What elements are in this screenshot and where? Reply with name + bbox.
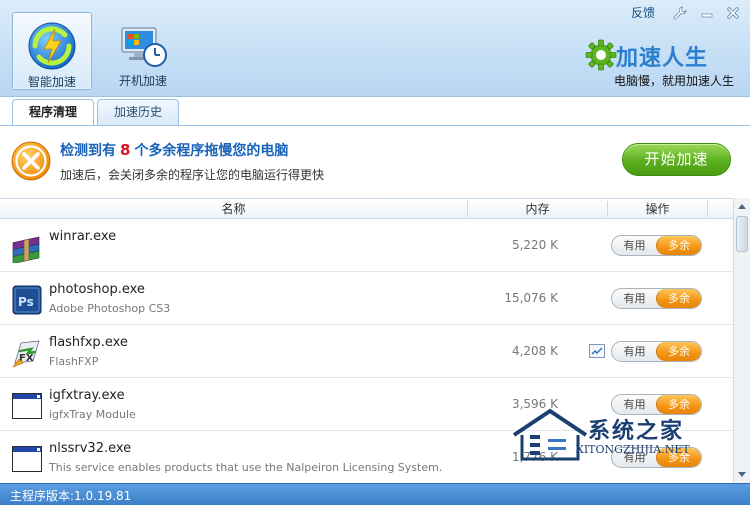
column-action[interactable]: 操作 bbox=[608, 199, 707, 219]
process-memory: 3,596 K bbox=[511, 397, 558, 411]
headline-suffix: 个多余程序拖慢您的电脑 bbox=[134, 143, 289, 159]
program-list: winrar.exe 5,220 K 有用 多余 Ps photoshop.ex… bbox=[0, 219, 733, 483]
svg-text:Ps: Ps bbox=[18, 295, 34, 309]
useful-redundant-toggle[interactable]: 有用 多余 bbox=[611, 288, 702, 309]
process-memory: 1,776 K bbox=[511, 450, 558, 464]
scroll-up-button[interactable] bbox=[734, 198, 750, 214]
toggle-redundant[interactable]: 多余 bbox=[656, 289, 701, 308]
tab-accelerate-history[interactable]: 加速历史 bbox=[97, 99, 179, 125]
scan-subline: 加速后，会关闭多余的程序让您的电脑运行得更快 bbox=[60, 168, 325, 182]
process-name: flashfxp.exe bbox=[49, 335, 128, 350]
winrar-icon bbox=[12, 236, 40, 263]
header-bar: 智能加速 开机加速 反馈 加速人生 电脑慢，就用加速人生 bbox=[0, 0, 750, 97]
tab-program-cleanup[interactable]: 程序清理 bbox=[12, 99, 94, 126]
table-row[interactable]: winrar.exe 5,220 K 有用 多余 bbox=[0, 219, 733, 272]
toggle-useful[interactable]: 有用 bbox=[612, 448, 657, 467]
status-bar: 主程序版本:1.0.19.81 bbox=[0, 483, 750, 505]
toggle-useful[interactable]: 有用 bbox=[612, 289, 657, 308]
photoshop-icon: Ps bbox=[12, 285, 42, 315]
redundant-count: 8 bbox=[120, 141, 131, 159]
toolbar-label: 开机加速 bbox=[118, 74, 167, 88]
boot-accelerate-icon bbox=[121, 27, 167, 67]
useful-redundant-toggle[interactable]: 有用 多余 bbox=[611, 341, 702, 362]
brand-slogan: 电脑慢，就用加速人生 bbox=[613, 74, 734, 88]
useful-redundant-toggle[interactable]: 有用 多余 bbox=[611, 235, 702, 256]
flashfxp-icon: FX bbox=[12, 340, 40, 368]
warning-x-icon bbox=[11, 141, 51, 181]
toolbar-boot-accelerate[interactable]: 开机加速 bbox=[103, 12, 183, 90]
process-name: winrar.exe bbox=[49, 229, 117, 244]
arrow-down-icon bbox=[738, 472, 746, 477]
minimize-button[interactable] bbox=[696, 3, 718, 23]
start-accelerate-button[interactable]: 开始加速 bbox=[622, 143, 731, 176]
column-memory[interactable]: 内存 bbox=[468, 199, 607, 219]
headline-prefix: 检测到有 bbox=[60, 143, 116, 159]
arrow-up-icon bbox=[738, 204, 746, 209]
process-desc: FlashFXP bbox=[49, 355, 99, 368]
scroll-down-button[interactable] bbox=[734, 467, 750, 483]
brand-name: 加速人生 bbox=[616, 46, 709, 71]
toggle-redundant[interactable]: 多余 bbox=[656, 236, 701, 255]
process-memory: 4,208 K bbox=[511, 344, 558, 358]
toggle-redundant[interactable]: 多余 bbox=[656, 448, 701, 467]
toggle-redundant[interactable]: 多余 bbox=[656, 342, 701, 361]
wrench-icon bbox=[673, 6, 687, 20]
toggle-useful[interactable]: 有用 bbox=[612, 395, 657, 414]
useful-redundant-toggle[interactable]: 有用 多余 bbox=[611, 447, 702, 468]
process-name: igfxtray.exe bbox=[49, 388, 125, 403]
scan-headline: 检测到有 8 个多余程序拖慢您的电脑 bbox=[60, 140, 288, 160]
process-memory: 5,220 K bbox=[511, 238, 558, 252]
column-name[interactable]: 名称 bbox=[0, 199, 467, 219]
brand-block: 加速人生 电脑慢，就用加速人生 bbox=[584, 38, 734, 88]
toolbar-label: 智能加速 bbox=[27, 75, 76, 89]
close-button[interactable] bbox=[722, 3, 744, 23]
tab-bar: 程序清理 加速历史 bbox=[0, 99, 750, 126]
toggle-useful[interactable]: 有用 bbox=[612, 342, 657, 361]
process-name: photoshop.exe bbox=[49, 282, 145, 297]
process-desc: Adobe Photoshop CS3 bbox=[49, 302, 171, 315]
process-desc: igfxTray Module bbox=[49, 408, 136, 421]
close-icon bbox=[727, 7, 739, 19]
settings-button[interactable] bbox=[669, 3, 691, 23]
list-scrollbar[interactable] bbox=[733, 198, 750, 483]
useful-redundant-toggle[interactable]: 有用 多余 bbox=[611, 394, 702, 415]
scan-result-banner: 检测到有 8 个多余程序拖慢您的电脑 加速后，会关闭多余的程序让您的电脑运行得更快 … bbox=[0, 125, 750, 197]
toggle-useful[interactable]: 有用 bbox=[612, 236, 657, 255]
process-name: nlssrv32.exe bbox=[49, 441, 132, 456]
chart-checkbox-icon[interactable] bbox=[589, 344, 605, 358]
scroll-thumb[interactable] bbox=[736, 216, 748, 252]
process-memory: 15,076 K bbox=[504, 291, 558, 305]
table-row[interactable]: Ps photoshop.exe Adobe Photoshop CS3 15,… bbox=[0, 272, 733, 325]
version-label: 主程序版本:1.0.19.81 bbox=[10, 489, 132, 503]
column-divider bbox=[707, 201, 708, 217]
toggle-redundant[interactable]: 多余 bbox=[656, 395, 701, 414]
gear-logo-icon bbox=[585, 39, 617, 71]
feedback-link[interactable]: 反馈 bbox=[631, 4, 655, 22]
table-row[interactable]: igfxtray.exe igfxTray Module 3,596 K 有用 … bbox=[0, 378, 733, 431]
process-desc: This service enables products that use t… bbox=[49, 461, 443, 474]
minimize-icon bbox=[701, 13, 713, 18]
toolbar-smart-accelerate[interactable]: 智能加速 bbox=[12, 12, 92, 90]
window-app-icon bbox=[12, 393, 42, 419]
smart-accelerate-icon bbox=[28, 22, 76, 70]
table-row[interactable]: nlssrv32.exe This service enables produc… bbox=[0, 431, 733, 483]
table-row[interactable]: FX flashfxp.exe FlashFXP 4,208 K 有用 多余 bbox=[0, 325, 733, 378]
list-header: 名称 内存 操作 bbox=[0, 198, 733, 219]
window-app-icon bbox=[12, 446, 42, 472]
